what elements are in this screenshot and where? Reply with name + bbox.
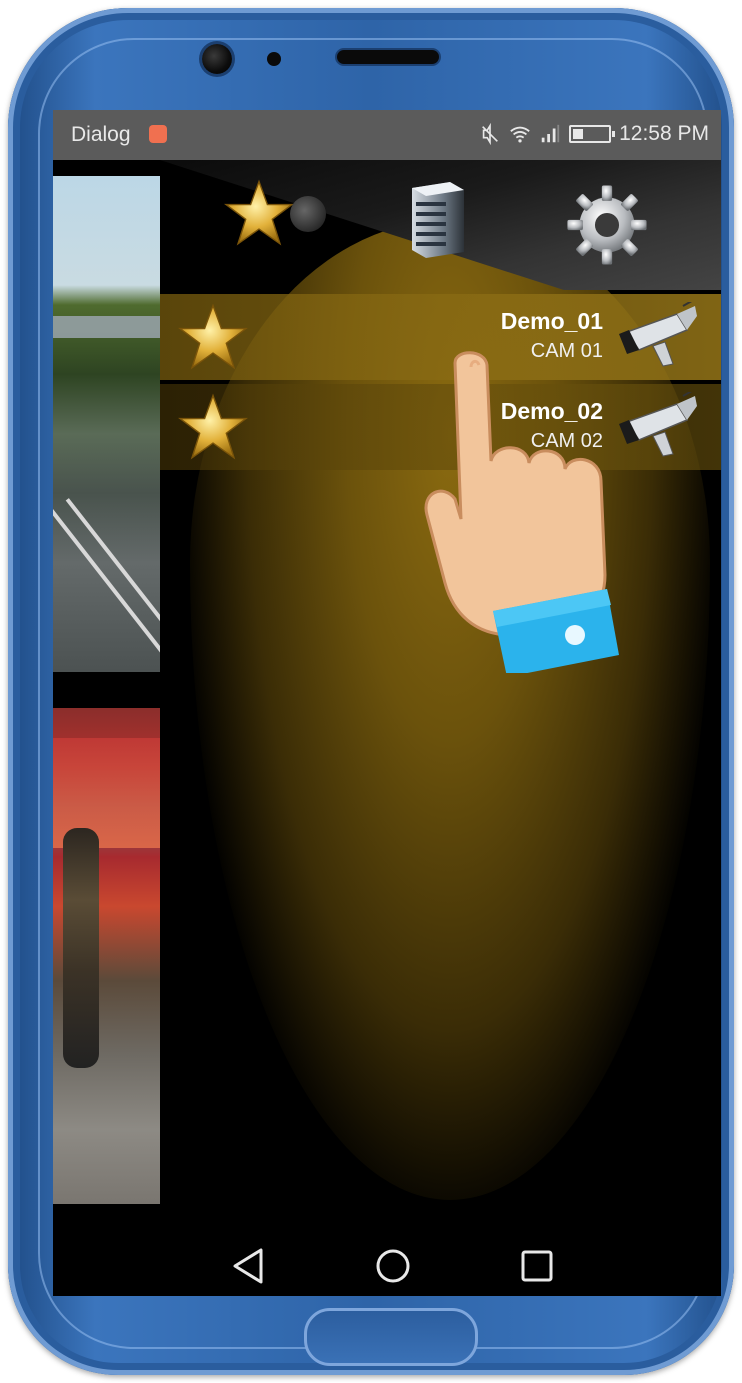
- phone-body: Dialog 12:58 PM Demo_01 CAM 01 Demo_02 C…: [8, 8, 734, 1375]
- recents-icon[interactable]: [515, 1244, 559, 1288]
- status-icons: 12:58 PM: [479, 122, 709, 146]
- earpiece-speaker: [337, 50, 439, 64]
- clock: 12:58 PM: [619, 122, 709, 145]
- mute-icon: [482, 123, 499, 145]
- carrier-label: Dialog: [71, 123, 131, 146]
- toolbar: [160, 160, 721, 290]
- favorite-star-icon[interactable]: [178, 392, 248, 462]
- wifi-icon: [510, 126, 530, 143]
- camera-channel: CAM 02: [530, 430, 603, 452]
- cctv-camera-icon: [619, 392, 697, 457]
- favorites-star-icon[interactable]: [224, 178, 294, 248]
- status-bar: Dialog 12:58 PM: [53, 110, 721, 160]
- back-icon[interactable]: [227, 1244, 271, 1288]
- screen: Dialog 12:58 PM Demo_01 CAM 01 Demo_02 C…: [53, 110, 721, 1296]
- front-camera-icon: [202, 44, 232, 74]
- proximity-sensor-icon: [267, 52, 281, 66]
- camera-name: Demo_01: [500, 308, 603, 334]
- hardware-home-button[interactable]: [304, 1308, 478, 1366]
- camera-name: Demo_02: [500, 398, 603, 424]
- navigation-bar: [53, 1234, 721, 1296]
- server-icon[interactable]: [402, 178, 472, 258]
- cctv-camera-icon: [619, 302, 697, 367]
- camera-row-demo-02[interactable]: Demo_02 CAM 02: [160, 384, 721, 470]
- favorites-toggle-knob[interactable]: [290, 196, 326, 232]
- camera-preview-2[interactable]: [53, 708, 160, 1204]
- favorite-star-icon[interactable]: [178, 302, 248, 372]
- camera-list: Demo_01 CAM 01 Demo_02 CAM 02: [160, 294, 721, 474]
- camera-channel: CAM 01: [530, 340, 603, 362]
- camera-preview-1[interactable]: [53, 176, 160, 672]
- notification-icon: [149, 125, 167, 143]
- battery-icon: [569, 125, 616, 143]
- home-icon[interactable]: [371, 1244, 415, 1288]
- signal-icon: [541, 124, 560, 143]
- preview-person: [63, 828, 99, 1068]
- camera-row-demo-01[interactable]: Demo_01 CAM 01: [160, 294, 721, 380]
- gear-icon[interactable]: [564, 182, 650, 268]
- camera-list-panel: Demo_01 CAM 01 Demo_02 CAM 02: [160, 160, 721, 1234]
- preview-bridge: [53, 316, 160, 338]
